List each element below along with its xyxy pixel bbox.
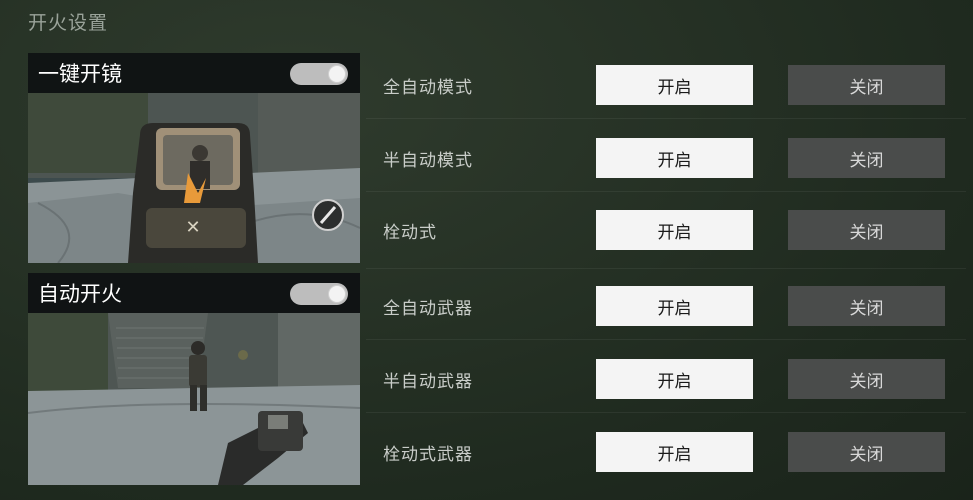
weapon-row-semi-auto: 半自动武器 开启 关闭: [383, 357, 948, 401]
row-divider: [366, 412, 966, 413]
weapon-row-bolt-action: 栓动式武器 开启 关闭: [383, 430, 948, 474]
row-divider: [366, 191, 966, 192]
disable-button[interactable]: 关闭: [788, 65, 945, 105]
enable-button[interactable]: 开启: [596, 286, 753, 326]
svg-text:✕: ✕: [185, 217, 200, 238]
enable-button[interactable]: 开启: [596, 65, 753, 105]
fire-mode-row-full-auto: 全自动模式 开启 关闭: [383, 63, 948, 107]
scope-toggle[interactable]: [290, 63, 348, 85]
disable-button[interactable]: 关闭: [788, 210, 945, 250]
scope-card: ✕ 一键开镜: [28, 53, 360, 263]
scope-card-title: 一键开镜: [38, 62, 122, 86]
weapon-row-full-auto: 全自动武器 开启 关闭: [383, 284, 948, 328]
disable-button[interactable]: 关闭: [788, 138, 945, 178]
row-label: 栓动式武器: [383, 444, 473, 465]
row-divider: [366, 268, 966, 269]
enable-button[interactable]: 开启: [596, 359, 753, 399]
enable-button[interactable]: 开启: [596, 432, 753, 472]
fire-mode-row-bolt-action: 栓动式 开启 关闭: [383, 208, 948, 252]
disable-button[interactable]: 关闭: [788, 432, 945, 472]
autofire-toggle[interactable]: [290, 283, 348, 305]
row-label: 半自动武器: [383, 371, 473, 392]
autofire-card-title: 自动开火: [38, 282, 122, 306]
autofire-card: 自动开火: [28, 273, 360, 485]
disable-button[interactable]: 关闭: [788, 286, 945, 326]
row-label: 全自动模式: [383, 77, 473, 98]
row-label: 半自动模式: [383, 150, 473, 171]
row-divider: [366, 118, 966, 119]
page-title: 开火设置: [28, 12, 109, 34]
fire-mode-row-semi-auto: 半自动模式 开启 关闭: [383, 136, 948, 180]
scope-toggle-knob: [328, 65, 346, 83]
autofire-toggle-knob: [328, 285, 346, 303]
enable-button[interactable]: 开启: [596, 210, 753, 250]
row-divider: [366, 339, 966, 340]
disable-button[interactable]: 关闭: [788, 359, 945, 399]
row-label: 栓动式: [383, 222, 437, 243]
row-label: 全自动武器: [383, 298, 473, 319]
enable-button[interactable]: 开启: [596, 138, 753, 178]
